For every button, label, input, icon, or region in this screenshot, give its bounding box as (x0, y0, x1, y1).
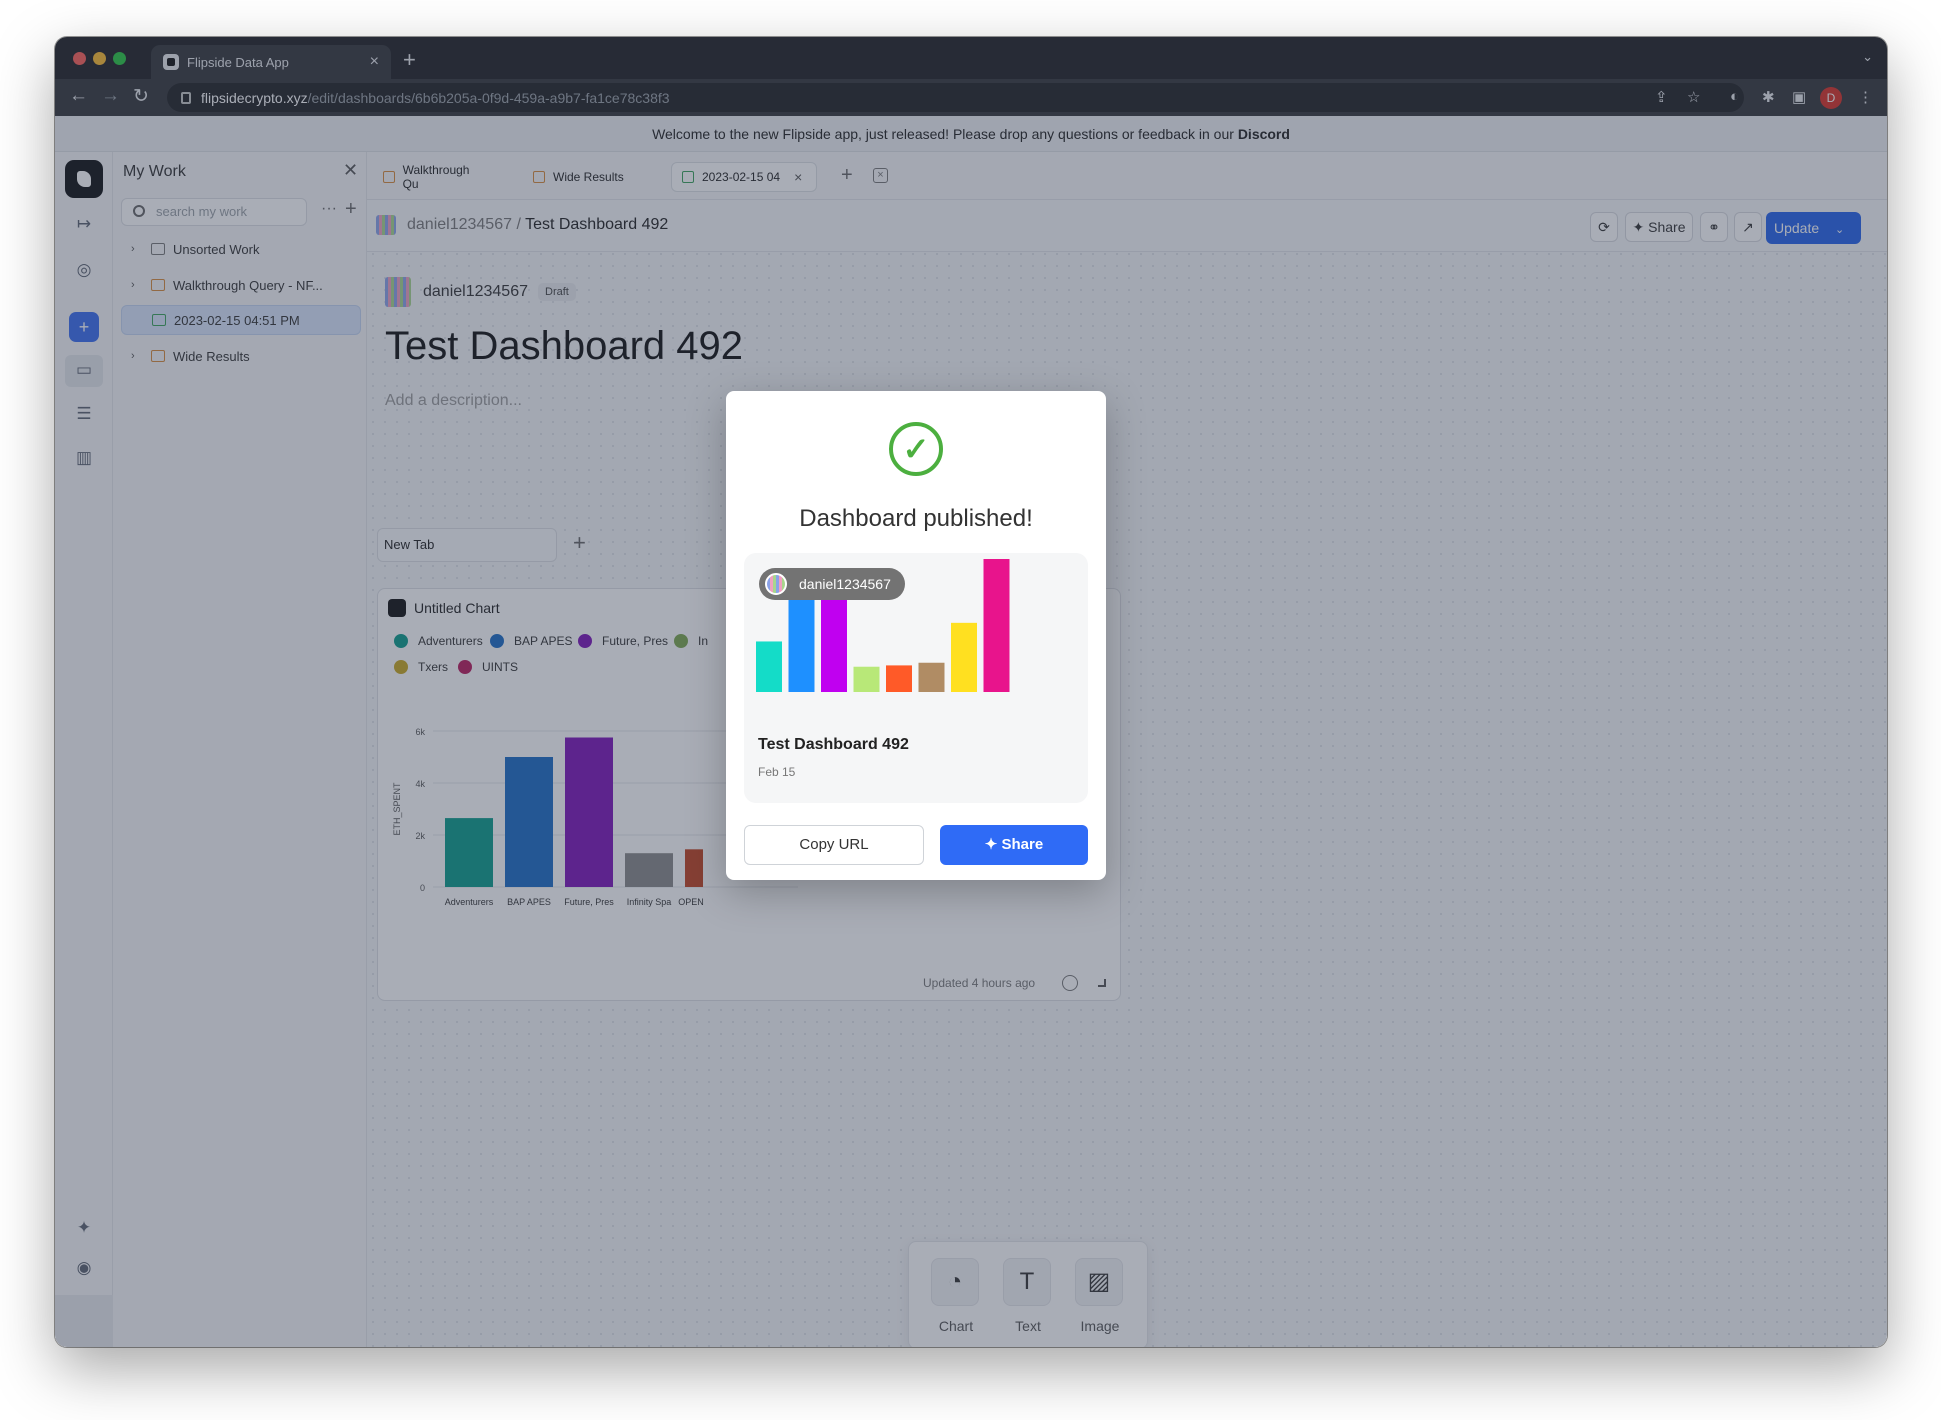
twitter-icon: ✦ (984, 836, 1002, 853)
preview-bar (951, 622, 977, 692)
preview-title: Test Dashboard 492 (758, 736, 909, 753)
dashboard-preview-card[interactable]: daniel1234567 Test Dashboard 492 Feb 15 (744, 553, 1088, 803)
preview-bar (788, 596, 815, 692)
share-label: Share (1001, 836, 1044, 853)
share-button[interactable]: ✦ Share (940, 825, 1088, 865)
owner-avatar (765, 573, 787, 595)
publish-success-modal: ✓ Dashboard published! daniel1234567 Tes… (726, 391, 1106, 880)
preview-bar (918, 662, 945, 692)
preview-owner-pill: daniel1234567 (759, 568, 905, 600)
preview-bar (886, 665, 912, 692)
preview-bar (756, 641, 782, 692)
preview-date: Feb 15 (758, 765, 796, 779)
preview-bar (853, 666, 880, 692)
modal-title: Dashboard published! (799, 505, 1033, 532)
success-check-icon: ✓ (889, 422, 943, 476)
preview-owner-name: daniel1234567 (799, 576, 891, 592)
copy-url-button[interactable]: Copy URL (744, 825, 924, 865)
preview-bar (983, 559, 1010, 692)
